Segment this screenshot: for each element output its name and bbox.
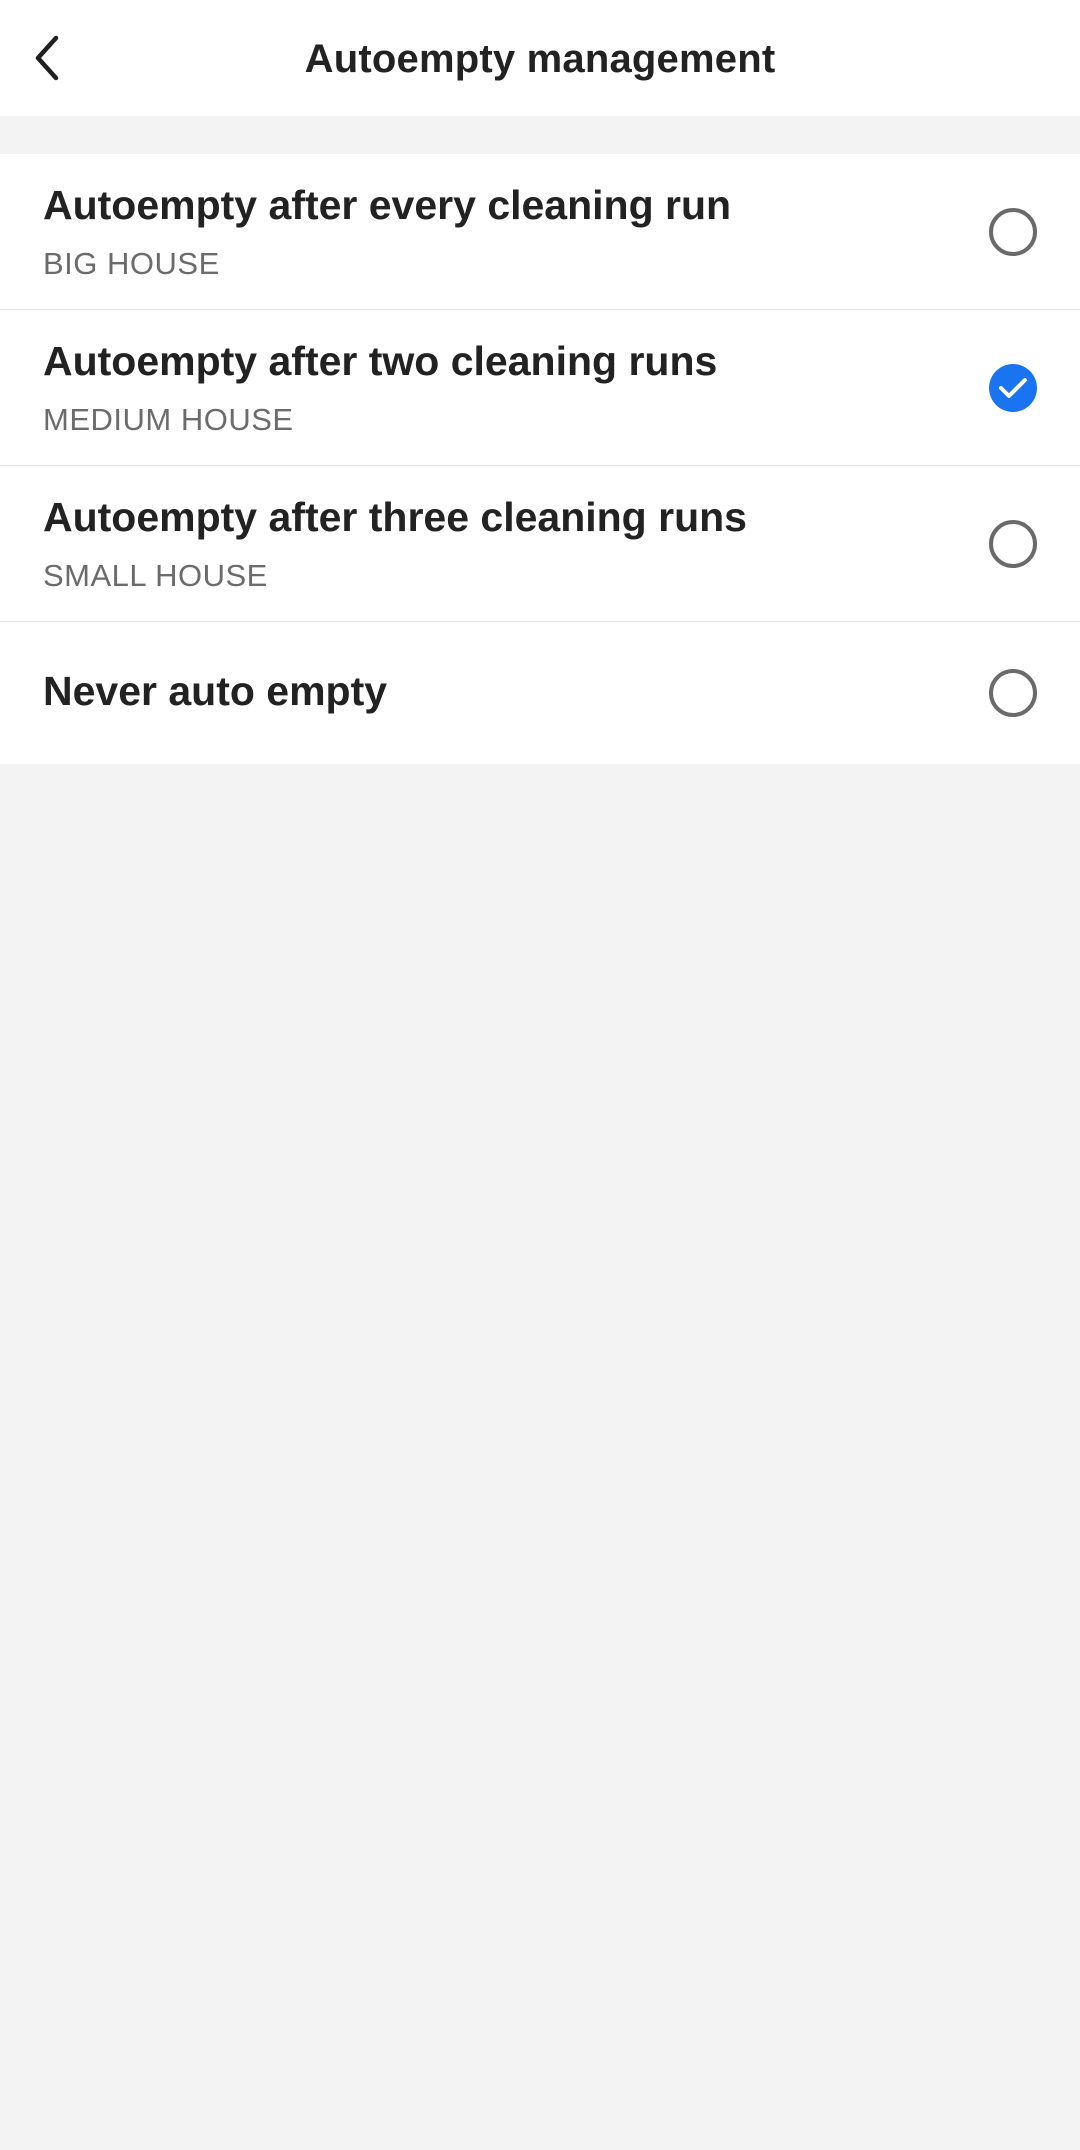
radio-unchecked-icon[interactable] xyxy=(989,669,1037,717)
option-two-runs[interactable]: Autoempty after two cleaning runs MEDIUM… xyxy=(0,310,1080,466)
radio-unchecked-icon[interactable] xyxy=(989,208,1037,256)
page-title: Autoempty management xyxy=(304,37,776,81)
option-every-run[interactable]: Autoempty after every cleaning run BIG H… xyxy=(0,154,1080,310)
radio-checked-icon[interactable] xyxy=(989,364,1037,412)
checkmark-icon xyxy=(999,378,1027,398)
option-title: Autoempty after every cleaning run xyxy=(43,182,732,228)
option-title: Autoempty after two cleaning runs xyxy=(43,338,718,384)
option-never[interactable]: Never auto empty xyxy=(0,622,1080,764)
option-subtitle: MEDIUM HOUSE xyxy=(43,402,294,437)
chevron-left-icon xyxy=(35,35,59,81)
autoempty-options-list: Autoempty after every cleaning run BIG H… xyxy=(0,154,1080,764)
option-title: Autoempty after three cleaning runs xyxy=(43,494,747,540)
back-button[interactable] xyxy=(10,22,82,94)
option-title: Never auto empty xyxy=(43,668,388,714)
option-subtitle: BIG HOUSE xyxy=(43,246,220,281)
radio-unchecked-icon[interactable] xyxy=(989,520,1037,568)
app-header: Autoempty management xyxy=(0,0,1080,116)
option-subtitle: SMALL HOUSE xyxy=(43,558,268,593)
option-three-runs[interactable]: Autoempty after three cleaning runs SMAL… xyxy=(0,466,1080,622)
